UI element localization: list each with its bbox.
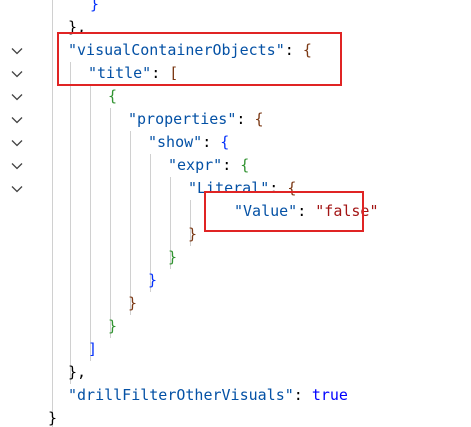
code-line[interactable]: } [168,246,177,269]
chevron-down-icon[interactable] [10,68,24,80]
code-editor[interactable]: }}, "visualContainerObjects": {"title": [… [0,0,471,427]
bracket-token: ] [88,340,98,358]
chevron-down-icon[interactable] [10,160,24,172]
separator-token: : [293,386,312,404]
code-line[interactable]: "Value": "false" [234,200,379,223]
separator-token: : [269,179,288,197]
chevron-down-icon[interactable] [10,137,24,149]
code-line[interactable]: "title": [ [88,62,178,85]
separator-token: : [202,133,221,151]
separator-token: : [297,202,316,220]
json-key: "visualContainerObjects" [68,41,285,59]
chevron-down-icon[interactable] [10,45,24,57]
bracket-token: } [48,409,58,427]
bracket-token: } [168,248,178,266]
code-line[interactable]: }, [68,16,86,39]
separator-token: : [284,41,303,59]
indent-guide [110,108,111,338]
code-line[interactable]: } [188,223,197,246]
bracket-token: }, [68,363,87,381]
code-line[interactable]: } [90,0,99,16]
bracket-token: { [302,41,312,59]
separator-token: : [151,64,170,82]
json-key: "drillFilterOtherVisuals" [68,386,294,404]
bracket-token: } [188,225,198,243]
json-key: "title" [88,64,152,82]
fold-gutter [0,0,34,427]
code-line[interactable]: }, [68,361,86,384]
bracket-token: } [128,294,138,312]
code-line[interactable]: } [148,269,157,292]
json-key: "Literal" [188,179,270,197]
code-line[interactable]: "properties": { [128,108,263,131]
indent-guide [70,62,71,384]
code-line[interactable]: } [108,315,117,338]
bracket-token: { [108,87,118,105]
bracket-token: { [220,133,230,151]
code-line[interactable]: "Literal": { [188,177,296,200]
json-key: "show" [148,133,203,151]
bracket-token: { [254,110,264,128]
code-line[interactable]: "expr": { [168,154,249,177]
bracket-token: { [240,156,250,174]
separator-token: : [236,110,255,128]
code-line[interactable]: "show": { [148,131,229,154]
indent-guide [90,85,91,361]
code-line[interactable]: "drillFilterOtherVisuals": true [68,384,348,407]
json-key: "expr" [168,156,223,174]
bracket-token: { [287,179,297,197]
code-line[interactable]: } [48,407,57,427]
bracket-token: } [108,317,118,335]
json-value: "false" [315,202,379,220]
bracket-token: }, [68,18,87,36]
bracket-token: } [148,271,158,289]
code-line[interactable]: ] [88,338,97,361]
chevron-down-icon[interactable] [10,91,24,103]
indent-guide [130,131,131,315]
code-line[interactable]: { [108,85,117,108]
chevron-down-icon[interactable] [10,114,24,126]
code-line[interactable]: "visualContainerObjects": { [68,39,312,62]
code-line[interactable]: } [128,292,137,315]
json-key: "Value" [234,202,298,220]
bracket-token: [ [169,64,179,82]
json-value: true [311,386,348,404]
json-key: "properties" [128,110,237,128]
separator-token: : [222,156,241,174]
chevron-down-icon[interactable] [10,183,24,195]
indent-guide [52,0,53,427]
bracket-token: } [90,0,100,13]
